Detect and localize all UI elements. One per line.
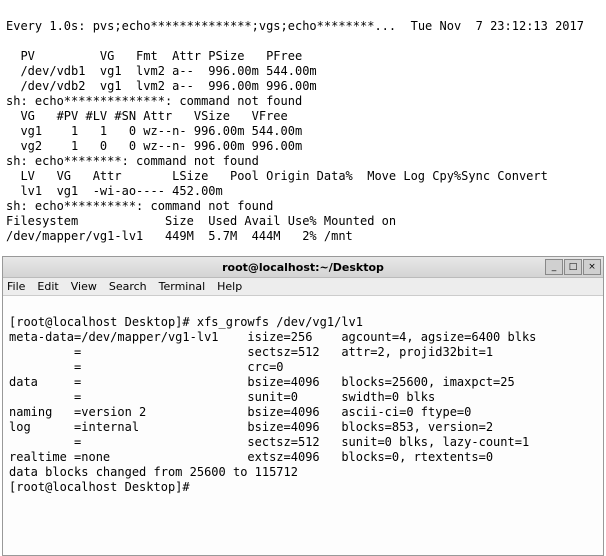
term-line: = sectsz=512 sunit=0 blks, lazy-count=1 xyxy=(9,435,529,449)
term-line: = sunit=0 swidth=0 blks xyxy=(9,390,435,404)
term-line: realtime =none extsz=4096 blocks=0, rtex… xyxy=(9,450,493,464)
vgs-header: VG #PV #LV #SN Attr VSize VFree xyxy=(6,109,288,123)
pvs-header: PV VG Fmt Attr PSize PFree xyxy=(6,49,302,63)
df-header: Filesystem Size Used Avail Use% Mounted … xyxy=(6,214,396,228)
menu-file[interactable]: File xyxy=(7,280,25,293)
term-line: data blocks changed from 25600 to 115712 xyxy=(9,465,298,479)
shell-error: sh: echo**************: command not foun… xyxy=(6,94,302,108)
terminal-body[interactable]: [root@localhost Desktop]# xfs_growfs /de… xyxy=(3,296,603,555)
window-title: root@localhost:~/Desktop xyxy=(3,261,603,274)
term-line: = sectsz=512 attr=2, projid32bit=1 xyxy=(9,345,493,359)
close-icon[interactable]: × xyxy=(583,259,601,275)
minimize-icon[interactable]: _ xyxy=(545,259,563,275)
menu-view[interactable]: View xyxy=(71,280,97,293)
vgs-row: vg2 1 0 0 wz--n- 996.00m 996.00m xyxy=(6,139,302,153)
watch-header-left: Every 1.0s: pvs;echo**************;vgs;e… xyxy=(6,19,396,33)
term-line: = crc=0 xyxy=(9,360,284,374)
maximize-icon[interactable]: □ xyxy=(564,259,582,275)
term-line: naming =version 2 bsize=4096 ascii-ci=0 … xyxy=(9,405,471,419)
term-line: [root@localhost Desktop]# xfs_growfs /de… xyxy=(9,315,363,329)
shell-error: sh: echo**********: command not found xyxy=(6,199,273,213)
term-line: data = bsize=4096 blocks=25600, imaxpct=… xyxy=(9,375,515,389)
term-line: log =internal bsize=4096 blocks=853, ver… xyxy=(9,420,493,434)
term-line: meta-data=/dev/mapper/vg1-lv1 isize=256 … xyxy=(9,330,536,344)
terminal-window: root@localhost:~/Desktop _ □ × File Edit… xyxy=(2,256,604,556)
lvs-header: LV VG Attr LSize Pool Origin Data% Move … xyxy=(6,169,548,183)
watch-output-pane: Every 1.0s: pvs;echo**************;vgs;e… xyxy=(0,0,606,248)
menu-terminal[interactable]: Terminal xyxy=(159,280,206,293)
pvs-row: /dev/vdb1 vg1 lvm2 a-- 996.00m 544.00m xyxy=(6,64,317,78)
window-titlebar[interactable]: root@localhost:~/Desktop _ □ × xyxy=(3,257,603,278)
watch-header-right: Tue Nov 7 23:12:13 2017 xyxy=(411,19,584,33)
window-controls: _ □ × xyxy=(544,259,601,275)
lvs-row: lv1 vg1 -wi-ao---- 452.00m xyxy=(6,184,223,198)
df-row: /dev/mapper/vg1-lv1 449M 5.7M 444M 2% /m… xyxy=(6,229,353,243)
menu-search[interactable]: Search xyxy=(109,280,147,293)
shell-error: sh: echo********: command not found xyxy=(6,154,259,168)
menubar: File Edit View Search Terminal Help xyxy=(3,278,603,296)
menu-help[interactable]: Help xyxy=(217,280,242,293)
menu-edit[interactable]: Edit xyxy=(37,280,58,293)
vgs-row: vg1 1 1 0 wz--n- 996.00m 544.00m xyxy=(6,124,302,138)
pvs-row: /dev/vdb2 vg1 lvm2 a-- 996.00m 996.00m xyxy=(6,79,317,93)
term-line: [root@localhost Desktop]# xyxy=(9,480,190,494)
